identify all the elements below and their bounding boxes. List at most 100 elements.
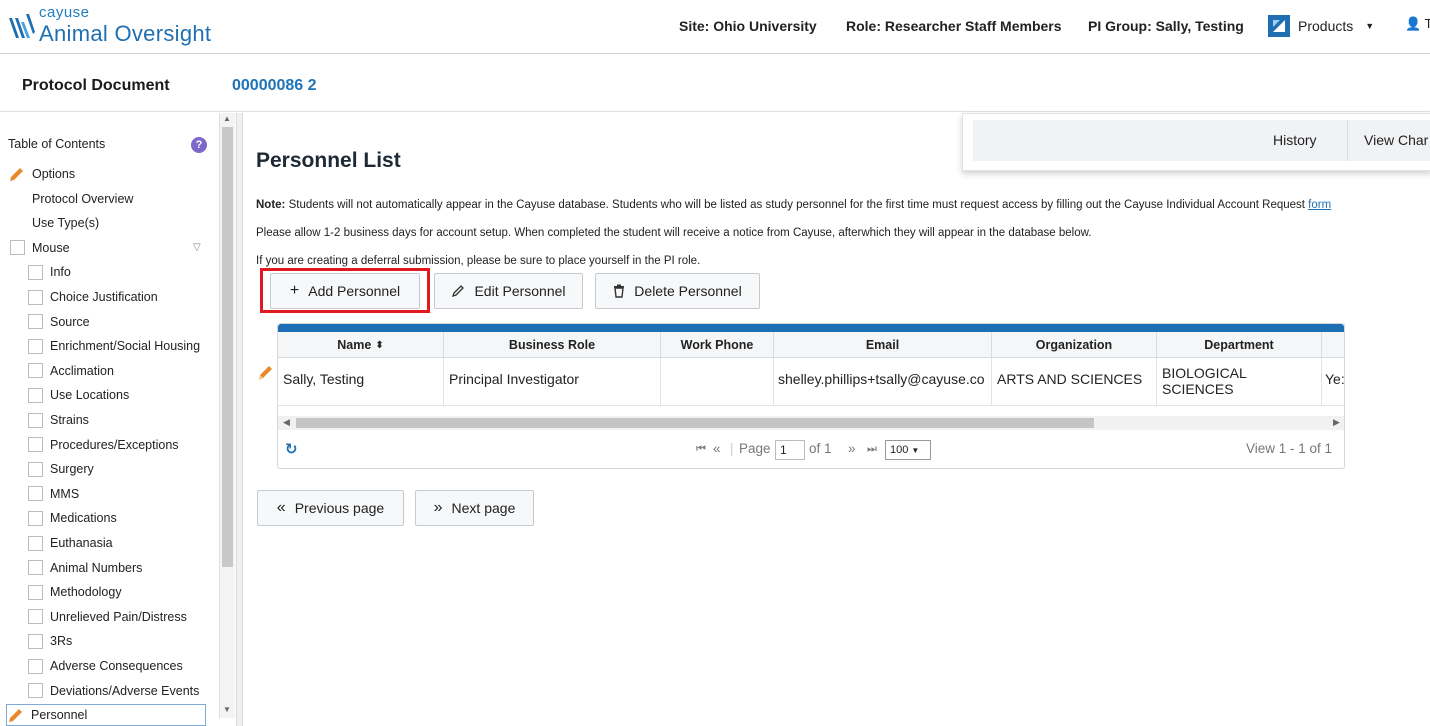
- sort-icon: ⬍: [375, 339, 384, 351]
- sidebar-item-procedures-exceptions[interactable]: Procedures/Exceptions: [28, 434, 179, 456]
- products-menu[interactable]: Products ▼: [1268, 14, 1374, 38]
- user-icon: 👤: [1405, 16, 1422, 31]
- sidebar-item-methodology[interactable]: Methodology: [28, 581, 122, 603]
- sidebar-item-protocol-overview[interactable]: Protocol Overview: [32, 188, 133, 210]
- sidebar-item-animal-numbers[interactable]: Animal Numbers: [28, 557, 142, 579]
- checkbox[interactable]: [28, 363, 43, 379]
- grid-horizontal-scrollbar[interactable]: ◀ ▶: [278, 416, 1344, 430]
- checkbox[interactable]: [28, 609, 43, 625]
- checkbox[interactable]: [28, 387, 43, 403]
- checkbox[interactable]: [28, 658, 43, 674]
- sidebar-item-label: Acclimation: [50, 363, 114, 378]
- checkbox[interactable]: [28, 412, 43, 428]
- checkbox[interactable]: [28, 683, 43, 699]
- collapse-arrow-icon[interactable]: ▽: [193, 242, 201, 253]
- checkbox[interactable]: [28, 437, 43, 453]
- help-icon[interactable]: ?: [191, 137, 207, 153]
- checkbox[interactable]: [28, 535, 43, 551]
- scroll-right-arrow-icon[interactable]: ▶: [1333, 417, 1340, 428]
- sidebar-item-info[interactable]: Info: [28, 261, 71, 283]
- site-label[interactable]: Site: Ohio University: [679, 18, 817, 34]
- column-header-work-phone[interactable]: Work Phone: [661, 332, 774, 358]
- row-edit-pencil-icon[interactable]: [256, 364, 274, 382]
- sidebar-item-acclimation[interactable]: Acclimation: [28, 360, 114, 382]
- sidebar-item-strains[interactable]: Strains: [28, 409, 89, 431]
- scroll-up-arrow-icon[interactable]: ▲: [223, 114, 231, 123]
- sidebar-item-source[interactable]: Source: [28, 311, 90, 333]
- sidebar-item-use-locations[interactable]: Use Locations: [28, 384, 129, 406]
- pi-group-label[interactable]: PI Group: Sally, Testing: [1088, 18, 1244, 34]
- sidebar-item-personnel[interactable]: Personnel: [6, 704, 206, 726]
- sidebar-item-choice-justification[interactable]: Choice Justification: [28, 286, 158, 308]
- account-request-form-link[interactable]: form: [1308, 199, 1331, 211]
- page-number-input[interactable]: 1: [775, 440, 805, 460]
- sidebar-item-adverse-consequences[interactable]: Adverse Consequences: [28, 655, 183, 677]
- edit-personnel-button[interactable]: Edit Personnel: [434, 273, 583, 309]
- top-header: cayuse Animal Oversight Site: Ohio Unive…: [0, 0, 1430, 54]
- checkbox[interactable]: [28, 510, 43, 526]
- scroll-left-arrow-icon[interactable]: ◀: [283, 417, 290, 428]
- checkbox[interactable]: [10, 240, 25, 256]
- scroll-thumb[interactable]: [222, 127, 233, 567]
- sidebar-item-use-type-s[interactable]: Use Type(s): [32, 212, 99, 234]
- checkbox[interactable]: [28, 264, 43, 280]
- sidebar-item-options[interactable]: Options: [8, 163, 75, 185]
- user-menu[interactable]: 👤 T: [1405, 16, 1430, 32]
- sidebar-item-deviations-adverse-events[interactable]: Deviations/Adverse Events: [28, 680, 199, 702]
- sidebar-item-label: Medications: [50, 511, 117, 526]
- sidebar-item-label: Mouse: [32, 240, 70, 255]
- column-header-department[interactable]: Department: [1157, 332, 1322, 358]
- page-size-select[interactable]: 100 ▼: [885, 440, 931, 460]
- protocol-bar: Protocol Document 00000086 2: [0, 54, 1430, 112]
- note-label: Note:: [256, 199, 286, 211]
- sidebar-item-label: Euthanasia: [50, 536, 113, 550]
- sidebar-item-mms[interactable]: MMS: [28, 483, 79, 505]
- column-header-email[interactable]: Email: [774, 332, 992, 358]
- note-line-2: Please allow 1-2 business days for accou…: [256, 227, 1092, 239]
- first-page-icon[interactable]: ⏮: [696, 443, 706, 456]
- next-page-icon[interactable]: »: [848, 441, 856, 456]
- view-changes-button[interactable]: View Char: [1364, 132, 1428, 148]
- sidebar-scrollbar[interactable]: ▲ ▼: [219, 113, 235, 718]
- sidebar-item-label: Options: [32, 167, 76, 181]
- sidebar-item-unrelieved-pain-distress[interactable]: Unrelieved Pain/Distress: [28, 606, 187, 628]
- refresh-icon[interactable]: ↻: [285, 440, 298, 458]
- delete-personnel-label: Delete Personnel: [634, 283, 742, 299]
- checkbox[interactable]: [28, 289, 43, 305]
- grid-scroll-thumb[interactable]: [296, 418, 1094, 428]
- page-title: Personnel List: [256, 149, 401, 172]
- column-header-business-role[interactable]: Business Role: [444, 332, 661, 358]
- last-page-icon[interactable]: ⏭: [867, 443, 877, 456]
- checkbox[interactable]: [28, 584, 43, 600]
- sidebar-item-euthanasia[interactable]: Euthanasia: [28, 532, 113, 554]
- cell-name: Sally, Testing: [278, 358, 444, 406]
- checkbox[interactable]: [28, 314, 43, 330]
- checkbox[interactable]: [28, 486, 43, 502]
- role-label[interactable]: Role: Researcher Staff Members: [846, 18, 1062, 34]
- scroll-down-arrow-icon[interactable]: ▼: [223, 705, 231, 714]
- sidebar-item-medications[interactable]: Medications: [28, 507, 117, 529]
- sidebar-item-mouse[interactable]: Mouse: [10, 237, 70, 259]
- view-count-text: View 1 - 1 of 1: [1246, 441, 1333, 456]
- checkbox[interactable]: [28, 338, 43, 354]
- sidebar-item-label: 3Rs: [50, 634, 73, 649]
- column-header-organization[interactable]: Organization: [992, 332, 1157, 358]
- sidebar-item-3rs[interactable]: 3Rs: [28, 630, 72, 652]
- next-page-button[interactable]: » Next page: [415, 490, 534, 526]
- sidebar-item-label: Choice Justification: [50, 290, 158, 304]
- cayuse-logo[interactable]: cayuse Animal Oversight: [7, 4, 237, 50]
- prev-page-icon[interactable]: «: [713, 441, 721, 456]
- previous-page-button[interactable]: « Previous page: [257, 490, 404, 526]
- history-button[interactable]: History: [1273, 132, 1317, 148]
- pencil-icon: [10, 167, 23, 181]
- checkbox[interactable]: [28, 461, 43, 477]
- sidebar-item-enrichment-social-housing[interactable]: Enrichment/Social Housing: [28, 335, 200, 357]
- sidebar-item-label: Use Locations: [50, 388, 130, 403]
- table-row[interactable]: Sally, Testing Principal Investigator sh…: [278, 358, 1345, 406]
- sidebar-item-surgery[interactable]: Surgery: [28, 458, 94, 480]
- column-header-name[interactable]: Name ⬍: [278, 332, 444, 358]
- delete-personnel-button[interactable]: Delete Personnel: [595, 273, 760, 309]
- checkbox[interactable]: [28, 633, 43, 649]
- checkbox[interactable]: [28, 560, 43, 576]
- panel-splitter[interactable]: [236, 113, 243, 726]
